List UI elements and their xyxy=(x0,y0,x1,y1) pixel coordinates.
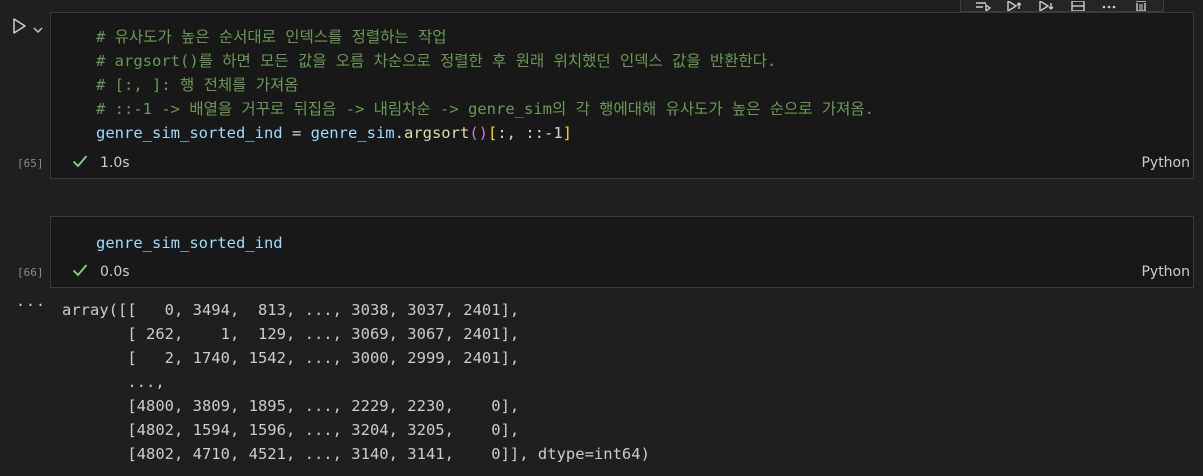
execution-count: [66] xyxy=(17,266,44,279)
code-editor[interactable]: # 유사도가 높은 순서대로 인덱스를 정렬하는 작업 # argsort()를… xyxy=(96,25,874,145)
cell-output: array([[ 0, 3494, 813, ..., 3038, 3037, … xyxy=(62,298,650,466)
output-line: array([[ 0, 3494, 813, ..., 3038, 3037, … xyxy=(62,301,520,319)
execute-above-icon[interactable] xyxy=(1005,0,1023,11)
code-object: genre_sim xyxy=(310,124,395,142)
code-comment-line: # ::-1 -> 배열을 거꾸로 뒤집음 -> 내림차순 -> genre_s… xyxy=(96,100,875,118)
output-line: [4802, 4710, 4521, ..., 3140, 3141, 0]],… xyxy=(62,445,650,463)
code-parens: () xyxy=(469,124,488,142)
code-bracket-close: ] xyxy=(562,124,572,142)
code-editor[interactable]: genre_sim_sorted_ind xyxy=(96,231,283,255)
output-more-icon[interactable]: ··· xyxy=(16,296,46,314)
execution-count: [65] xyxy=(17,157,44,170)
code-comment-line: # [:, ]: 행 전체를 가져옴 xyxy=(96,76,299,94)
output-line: ..., xyxy=(62,373,165,391)
check-icon xyxy=(72,154,88,172)
code-slice: :, ::-1 xyxy=(497,124,563,142)
output-line: [4800, 3809, 1895, ..., 2229, 2230, 0], xyxy=(62,397,520,415)
cell-toolbar xyxy=(960,0,1164,12)
run-cell-icon[interactable] xyxy=(11,17,27,39)
code-variable: genre_sim_sorted_ind xyxy=(96,124,283,142)
code-comment-line: # argsort()를 하면 모든 값을 오름 차순으로 정렬한 후 원래 위… xyxy=(96,52,777,70)
language-label[interactable]: Python xyxy=(1141,155,1190,171)
code-variable: genre_sim_sorted_ind xyxy=(96,234,283,252)
cell-run-controls xyxy=(11,17,43,39)
delete-icon[interactable] xyxy=(1132,0,1150,11)
code-cell-66[interactable]: genre_sim_sorted_ind xyxy=(50,216,1194,288)
split-cell-icon[interactable] xyxy=(1069,0,1087,11)
check-icon xyxy=(72,263,88,281)
chevron-down-icon[interactable] xyxy=(33,19,43,38)
code-function: argsort xyxy=(403,124,470,142)
run-by-line-icon[interactable] xyxy=(974,0,992,11)
execute-below-icon[interactable] xyxy=(1037,0,1055,11)
cell-status: 0.0s xyxy=(72,263,130,281)
more-icon[interactable] xyxy=(1100,0,1118,11)
cell-status: 1.0s xyxy=(72,154,130,172)
output-line: [ 262, 1, 129, ..., 3069, 3067, 2401], xyxy=(62,325,520,343)
output-line: [4802, 1594, 1596, ..., 3204, 3205, 0], xyxy=(62,421,520,439)
output-line: [ 2, 1740, 1542, ..., 3000, 2999, 2401], xyxy=(62,349,520,367)
language-label[interactable]: Python xyxy=(1141,264,1190,280)
execution-time: 0.0s xyxy=(100,264,130,280)
code-dot: . xyxy=(394,124,404,142)
code-operator: = xyxy=(282,124,311,142)
execution-time: 1.0s xyxy=(100,155,130,171)
code-bracket-open: [ xyxy=(487,124,498,142)
code-cell-65[interactable]: # 유사도가 높은 순서대로 인덱스를 정렬하는 작업 # argsort()를… xyxy=(50,12,1194,179)
code-comment-line: # 유사도가 높은 순서대로 인덱스를 정렬하는 작업 xyxy=(96,28,447,46)
